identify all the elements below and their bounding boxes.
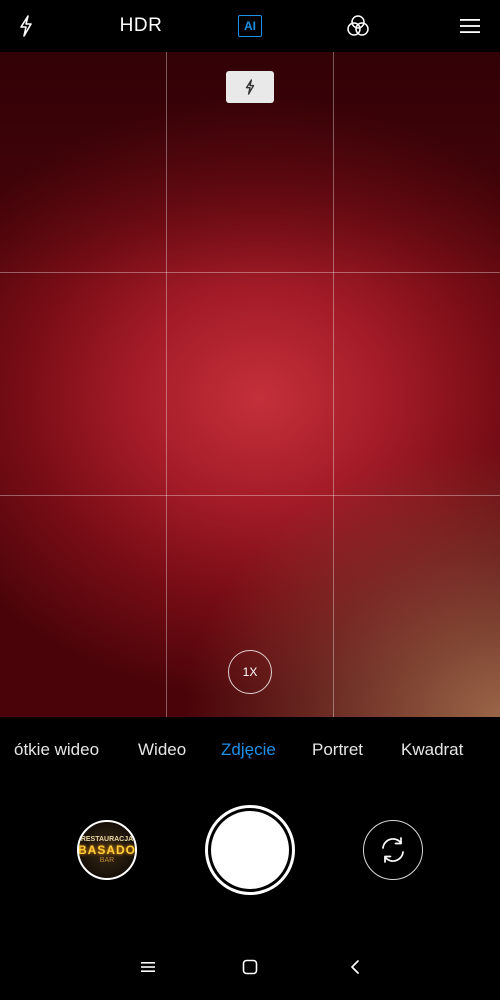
zoom-button[interactable]: 1X <box>228 650 272 694</box>
filters-button[interactable] <box>338 6 378 46</box>
shutter-icon <box>211 811 289 889</box>
grid-line-horizontal <box>0 495 500 496</box>
hamburger-menu-icon <box>460 19 480 33</box>
mode-portrait[interactable]: Portret <box>312 740 363 760</box>
home-button[interactable] <box>235 952 265 982</box>
zoom-label: 1X <box>242 665 258 679</box>
system-navigation-bar <box>0 932 500 1000</box>
mode-selector: ótkie wideo Wideo Zdjęcie Portret Kwadra… <box>0 717 500 782</box>
switch-camera-icon <box>382 837 404 863</box>
camera-viewfinder[interactable]: 1X <box>0 52 500 717</box>
switch-camera-button[interactable] <box>363 820 423 880</box>
recents-icon <box>141 962 155 972</box>
lightning-icon <box>20 15 32 37</box>
ai-button[interactable]: AI <box>230 6 270 46</box>
mode-video[interactable]: Wideo <box>138 740 186 760</box>
flash-indicator[interactable] <box>226 71 274 103</box>
thumbnail-text-bottom: BAR <box>99 856 115 864</box>
ai-label: AI <box>244 19 256 33</box>
filters-icon <box>347 15 369 36</box>
grid-line-vertical <box>166 52 167 717</box>
hdr-button[interactable]: HDR <box>118 6 164 46</box>
home-icon <box>242 959 258 975</box>
menu-button[interactable] <box>450 6 490 46</box>
grid-line-vertical <box>333 52 334 717</box>
thumbnail-text-main: BASADO <box>78 842 137 857</box>
mode-square[interactable]: Kwadrat <box>401 740 463 760</box>
back-icon <box>351 960 359 974</box>
capture-controls: RESTAURACJA BASADO BAR <box>0 782 500 932</box>
viewfinder-shade <box>0 52 500 717</box>
camera-top-bar: HDR AI <box>0 0 500 52</box>
ai-icon: AI <box>238 15 262 37</box>
hdr-label: HDR <box>119 15 163 36</box>
recents-button[interactable] <box>133 952 163 982</box>
flash-button[interactable] <box>6 6 46 46</box>
mode-short-video[interactable]: ótkie wideo <box>14 740 99 760</box>
back-button[interactable] <box>340 952 370 982</box>
shutter-button[interactable] <box>205 805 295 895</box>
mode-photo[interactable]: Zdjęcie <box>221 740 276 760</box>
grid-line-horizontal <box>0 272 500 273</box>
lightning-icon <box>245 79 255 95</box>
gallery-thumbnail[interactable]: RESTAURACJA BASADO BAR <box>77 820 137 880</box>
